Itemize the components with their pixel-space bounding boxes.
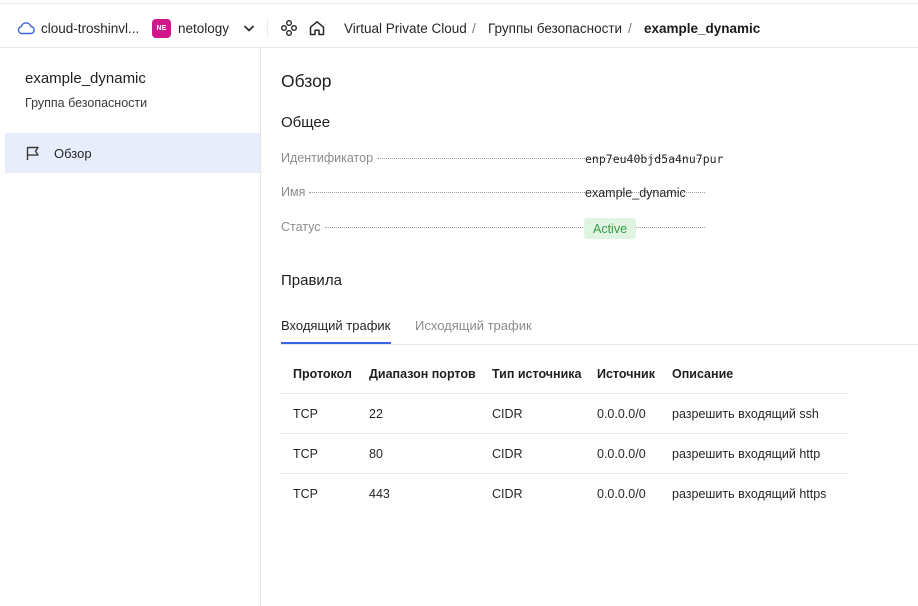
column-header: Источник	[597, 367, 655, 381]
table-cell: TCP	[293, 447, 318, 461]
main-content: Обзор Общее Идентификатор enp7eu40bjd5a4…	[262, 48, 918, 606]
table-cell: 0.0.0.0/0	[597, 447, 646, 461]
breadcrumb-separator: /	[628, 20, 632, 36]
field-label: Идентификатор	[281, 151, 374, 165]
field-label: Имя	[281, 185, 306, 199]
field-id-value[interactable]: enp7eu40bjd5a4nu7pur	[585, 152, 723, 166]
column-header: Тип источника	[492, 367, 582, 381]
resource-title: example_dynamic	[25, 70, 146, 87]
column-header: Диапазон портов	[369, 367, 476, 381]
column-header: Описание	[672, 367, 734, 381]
breadcrumb-vpc[interactable]: Virtual Private Cloud	[344, 10, 467, 46]
breadcrumb-security-groups[interactable]: Группы безопасности	[488, 10, 622, 46]
table-cell: разрешить входящий ssh	[672, 407, 819, 421]
table-row[interactable]: TCP 80 CIDR 0.0.0.0/0 разрешить входящий…	[281, 434, 848, 474]
field-name-value: example_dynamic	[585, 186, 686, 200]
table-row[interactable]: TCP 443 CIDR 0.0.0.0/0 разрешить входящи…	[281, 474, 848, 514]
chevron-down-icon[interactable]	[242, 10, 256, 46]
table-cell: 22	[369, 407, 383, 421]
rules-heading: Правила	[281, 272, 342, 289]
table-cell: 443	[369, 487, 390, 501]
org-avatar[interactable]: NE	[152, 19, 171, 38]
sidebar-item-label: Обзор	[54, 145, 92, 161]
flag-icon	[25, 144, 43, 162]
table-cell: 80	[369, 447, 383, 461]
column-header: Протокол	[293, 367, 352, 381]
field-status-row: Статус	[281, 220, 711, 240]
page: cloud-troshinvl... NE netology Virtual P…	[0, 0, 918, 606]
breadcrumb-current: example_dynamic	[644, 20, 761, 36]
table-cell: CIDR	[492, 447, 523, 461]
table-cell: 0.0.0.0/0	[597, 407, 646, 421]
top-header: cloud-troshinvl... NE netology Virtual P…	[0, 0, 918, 48]
cloud-icon[interactable]	[17, 10, 35, 46]
active-tab-indicator	[281, 342, 391, 344]
home-icon[interactable]	[308, 10, 326, 46]
breadcrumb-separator: /	[472, 20, 476, 36]
header-breadcrumb-row: cloud-troshinvl... NE netology Virtual P…	[0, 10, 918, 46]
status-badge: Active	[584, 218, 637, 239]
general-heading: Общее	[281, 114, 331, 131]
tab-ingress[interactable]: Входящий трафик	[281, 318, 390, 333]
sidebar-item-overview[interactable]: Обзор	[5, 133, 260, 173]
resource-subtitle: Группа безопасности	[25, 96, 148, 110]
table-cell: 0.0.0.0/0	[597, 487, 646, 501]
cloud-selector[interactable]: cloud-troshinvl...	[41, 10, 139, 46]
table-cell: разрешить входящий https	[672, 487, 827, 501]
services-icon[interactable]	[280, 10, 298, 46]
tab-egress[interactable]: Исходящий трафик	[415, 318, 532, 333]
table-cell: CIDR	[492, 407, 523, 421]
leader-dots	[324, 227, 705, 228]
table-cell: TCP	[293, 487, 318, 501]
page-title: Обзор	[281, 71, 332, 91]
table-row[interactable]: TCP 22 CIDR 0.0.0.0/0 разрешить входящий…	[281, 394, 848, 434]
table-cell: разрешить входящий http	[672, 447, 821, 461]
table-header-row: Протокол Диапазон портов Тип источника И…	[281, 354, 848, 394]
org-selector[interactable]: netology	[178, 10, 229, 46]
traffic-tabs: Входящий трафик Исходящий трафик	[281, 310, 918, 345]
table-cell: TCP	[293, 407, 318, 421]
header-divider	[267, 19, 268, 37]
browser-edge	[0, 0, 918, 4]
rules-table: Протокол Диапазон портов Тип источника И…	[281, 354, 848, 514]
field-label: Статус	[281, 220, 321, 234]
table-cell: CIDR	[492, 487, 523, 501]
sidebar: example_dynamic Группа безопасности Обзо…	[0, 48, 261, 606]
